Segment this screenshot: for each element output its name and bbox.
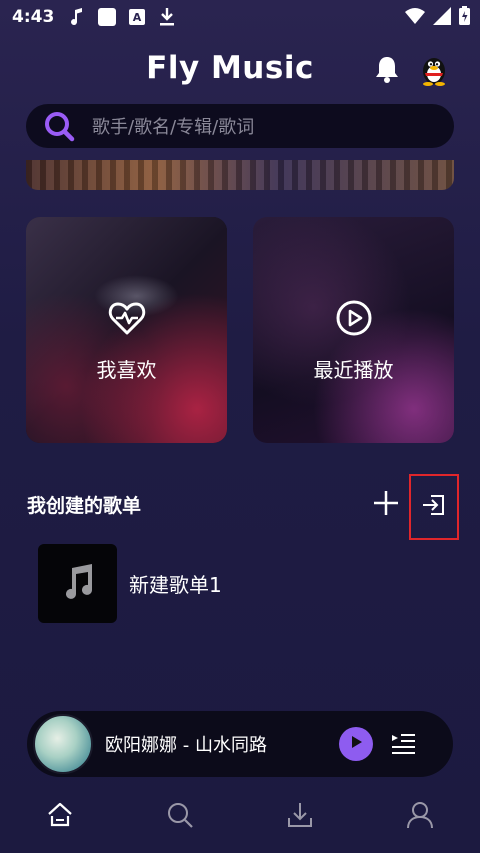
search-placeholder: 歌手/歌名/专辑/歌词	[92, 117, 255, 138]
nav-home[interactable]	[0, 790, 120, 844]
profile-icon	[406, 801, 434, 833]
font-icon: A	[128, 8, 146, 26]
qq-penguin-icon[interactable]	[417, 52, 451, 86]
status-time: 4:43	[12, 7, 55, 27]
banner-image[interactable]	[26, 160, 454, 190]
bottom-navigation	[0, 790, 480, 850]
section-title: 我创建的歌单	[27, 495, 142, 517]
play-button[interactable]	[339, 727, 373, 761]
playlist-queue-icon[interactable]	[389, 730, 417, 758]
home-icon	[46, 801, 74, 833]
import-icon	[421, 492, 447, 522]
card-favorites[interactable]: 我喜欢	[26, 217, 227, 443]
card-favorites-label: 我喜欢	[96, 357, 157, 382]
playlist-cover	[38, 544, 117, 623]
app-header: Fly Music	[0, 44, 480, 94]
playlist-item[interactable]: 新建歌单1	[38, 544, 222, 623]
music-note-icon	[58, 562, 98, 606]
album-cover[interactable]	[33, 714, 93, 774]
signal-icon	[433, 6, 451, 30]
square-icon	[98, 8, 117, 26]
bell-icon[interactable]	[372, 54, 402, 84]
battery-icon	[459, 6, 470, 30]
search-bar[interactable]: 歌手/歌名/专辑/歌词	[26, 104, 454, 148]
card-recent[interactable]: 最近播放	[253, 217, 454, 443]
mini-player[interactable]: 欧阳娜娜 - 山水同路	[27, 711, 453, 777]
search-icon	[42, 109, 76, 143]
status-bar: 4:43 A	[0, 0, 480, 34]
download-icon	[286, 801, 314, 833]
card-recent-label: 最近播放	[313, 357, 394, 382]
wifi-icon	[405, 7, 425, 30]
search-icon	[166, 801, 194, 833]
download-arrow-icon	[158, 8, 176, 26]
svg-text:A: A	[133, 11, 142, 24]
import-button[interactable]	[409, 474, 459, 540]
play-icon	[348, 734, 364, 754]
playlist-name: 新建歌单1	[129, 573, 222, 597]
nav-profile[interactable]	[360, 790, 480, 844]
plus-icon[interactable]	[372, 489, 400, 517]
nav-download[interactable]	[240, 790, 360, 844]
play-circle-icon	[334, 298, 374, 338]
now-playing-title: 欧阳娜娜 - 山水同路	[105, 735, 267, 756]
music-note-icon	[68, 8, 86, 26]
heart-pulse-icon	[107, 298, 147, 338]
nav-search[interactable]	[120, 790, 240, 844]
